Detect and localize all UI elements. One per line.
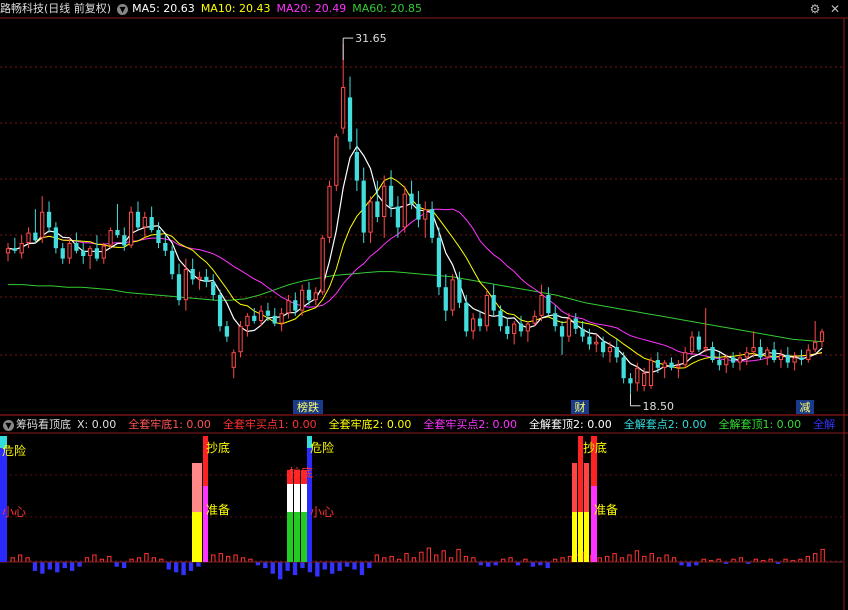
- signal-label: 抄底: [583, 440, 607, 455]
- signal-column: [197, 463, 202, 512]
- candle[interactable]: [238, 321, 243, 358]
- low-price-label: 18.50: [642, 400, 674, 413]
- signal-label: 危险: [2, 443, 26, 458]
- ma60-label: MA60: 20.85: [352, 2, 422, 15]
- indicator-bar: [278, 561, 283, 580]
- indicator-name[interactable]: 筹码看顶底: [16, 418, 71, 431]
- chart-window[interactable]: 危险 小心 抄底 准备 危险 抄底 小心 抄底 准备 31.65 18.50 榜跌财减 路畅科技(日…: [0, 0, 848, 610]
- indicator-bar: [114, 561, 119, 567]
- signal-column: [591, 486, 597, 562]
- indicator-bar: [352, 561, 357, 570]
- indicator-value-6: 全解套顶1: 0.00: [718, 418, 802, 431]
- indicator-bar: [545, 561, 550, 569]
- indicator-value-0: 全套牢底1: 0.00: [128, 418, 211, 431]
- high-price-label: 31.65: [355, 32, 387, 45]
- signal-column: [294, 512, 300, 562]
- candle[interactable]: [129, 206, 134, 249]
- indicator-bar: [292, 561, 298, 576]
- signal-column: [203, 486, 208, 562]
- indicator-bar: [62, 561, 67, 569]
- indicator-bar: [686, 561, 692, 567]
- indicator-value-2: 全套牢底2: 0.00: [328, 418, 412, 431]
- candle[interactable]: [334, 133, 339, 191]
- indicator-bar: [173, 561, 179, 573]
- indicator-bar: [47, 561, 53, 570]
- signal-column: [192, 512, 197, 562]
- signal-label: 危险: [310, 440, 334, 455]
- signal-column: [301, 484, 307, 512]
- signal-column: [301, 512, 307, 562]
- indicator-value-5: 全解套点2: 0.00: [623, 418, 707, 431]
- ma10-label: MA10: 20.43: [200, 2, 271, 15]
- signal-label: 小心: [2, 505, 26, 519]
- signal-column: [584, 512, 589, 562]
- indicator-bar: [40, 561, 45, 574]
- signal-label: 小心: [310, 505, 334, 519]
- indicator-bar: [181, 561, 186, 576]
- candle[interactable]: [450, 274, 455, 316]
- signal-column: [287, 484, 293, 512]
- signal-column: [578, 512, 583, 562]
- signal-column: [294, 484, 300, 512]
- signal-label: 准备: [206, 503, 230, 517]
- signal-label: 抄底: [289, 465, 313, 480]
- candle[interactable]: [648, 357, 654, 389]
- indicator-bar: [300, 561, 305, 569]
- main-header: 路畅科技(日线 前复权) ▼ MA5: 20.63 MA10: 20.43 MA20: …: [0, 0, 428, 18]
- indicator-bar: [263, 561, 268, 569]
- indicator-bar: [367, 561, 372, 569]
- indicator-bar: [330, 561, 335, 574]
- indicator-header: ▼ 筹码看顶底 X: 0.00 全套牢底1: 0.00 全套牢买点1: 0.00 全套牢底…: [0, 416, 847, 434]
- signal-column: [192, 463, 197, 512]
- indicator-bar: [55, 561, 60, 573]
- indicator-bar: [344, 561, 350, 567]
- indicator-value-1: 全套牢买点1: 0.00: [222, 418, 317, 431]
- indicator-value-7: 全解: [813, 418, 836, 431]
- indicator-value-4: 全解套顶2: 0.00: [529, 418, 612, 431]
- indicator-bar: [285, 561, 290, 571]
- candle[interactable]: [484, 289, 489, 332]
- candle[interactable]: [327, 180, 332, 243]
- signal-label: 抄底: [206, 440, 230, 455]
- signal-column: [572, 512, 577, 562]
- indicator-bar: [315, 561, 320, 577]
- indicator-bar: [530, 561, 536, 567]
- indicator-bar: [322, 561, 327, 570]
- dropdown-icon[interactable]: ▼: [3, 420, 14, 431]
- indicator-bar: [121, 561, 127, 569]
- candle[interactable]: [217, 289, 223, 332]
- signal-column: [572, 463, 577, 512]
- ma5-label: MA5: 20.63: [132, 2, 195, 15]
- gear-icon[interactable]: ⚙: [808, 2, 822, 16]
- event-tag-label: 减: [800, 401, 811, 414]
- indicator-bar: [166, 561, 171, 570]
- signal-column: [197, 512, 202, 562]
- candle[interactable]: [320, 235, 325, 295]
- signal-column: [584, 463, 589, 512]
- indicator-x-value: X: 0.00: [77, 418, 117, 431]
- close-icon[interactable]: ✕: [828, 2, 842, 16]
- event-tag-label: 榜跌: [297, 400, 319, 414]
- indicator-bar: [188, 561, 194, 571]
- indicator-bar: [359, 561, 365, 576]
- indicator-bar: [196, 561, 201, 567]
- indicator-bar: [307, 561, 313, 573]
- stock-title[interactable]: 路畅科技(日线 前复权): [0, 2, 111, 15]
- indicator-bar: [270, 561, 275, 574]
- signal-label: 准备: [594, 503, 618, 517]
- dropdown-icon[interactable]: ▼: [117, 4, 129, 15]
- indicator-bar: [337, 561, 342, 571]
- signal-column: [287, 512, 293, 562]
- indicator-bar: [486, 561, 491, 567]
- candle[interactable]: [108, 227, 113, 249]
- kline-chart[interactable]: 危险小心抄底准备危险抄底小心抄底准备 31.6518.50榜跌财减: [0, 0, 848, 610]
- ma20-label: MA20: 20.49: [276, 2, 347, 15]
- indicator-bar: [77, 561, 82, 567]
- event-tag-label: 财: [575, 400, 586, 414]
- indicator-bar: [32, 561, 38, 571]
- indicator-bar: [69, 561, 75, 571]
- indicator-value-3: 全套牢买点2: 0.00: [423, 418, 518, 431]
